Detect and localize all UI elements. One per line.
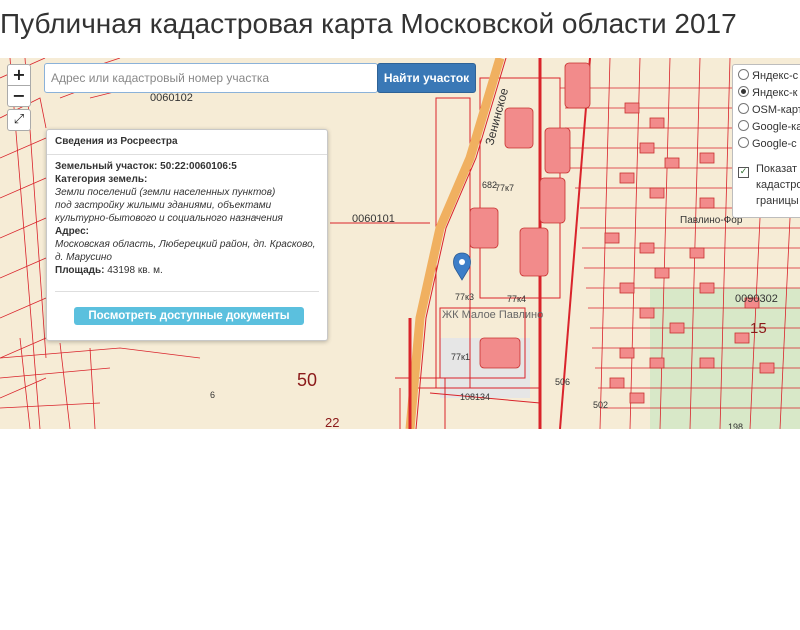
quarter-label-mid: 0060101 [352,213,395,225]
page-title: Публичная кадастровая карта Московской о… [0,8,737,39]
layer-label: OSM-карт [752,104,800,116]
radio-icon[interactable] [738,137,749,148]
number-6-label: 6 [210,390,215,400]
number-15-label: 15 [750,320,767,337]
parcel-label: Земельный участок: 50:22:0060106:5 [55,161,237,172]
district-label: 50 [297,370,317,390]
find-parcel-button[interactable]: Найти участок [377,63,476,93]
layer-option-osm[interactable]: OSM-карт [738,102,800,118]
building-77k7-label: 77к7 [495,183,514,193]
building-77k4-label: 77к4 [507,294,526,304]
building-502-label: 502 [593,400,608,410]
quarter-label-right: 0090302 [735,293,778,305]
address-line: Московская область, Люберецкий район, дп… [55,239,316,250]
search-input[interactable] [44,63,378,93]
address-line: д. Марусино [55,252,112,263]
category-line: Земли поселений (земли населенных пункто… [55,187,276,198]
area-row: Площадь: 43198 кв. м. [55,264,319,277]
layer-option-yandex-map[interactable]: Яндекс-к [738,85,797,101]
boundaries-label-line: кадастро [756,179,800,191]
address-label: Адрес: [55,226,89,237]
category-label: Категория земель: [55,174,148,185]
layer-switcher: Яндекс-с Яндекс-к OSM-карт Google-ка Goo… [732,64,800,218]
road-number-label: 108134 [460,392,490,402]
radio-icon[interactable] [738,120,749,131]
building-682-label: 682 [482,180,497,190]
building-198-label: 198 [728,422,743,429]
zoom-in-button[interactable]: + [7,64,31,86]
building-77k3-label: 77к3 [455,292,474,302]
view-documents-button[interactable]: Посмотреть доступные документы [74,307,304,325]
area-value: 43198 кв. м. [107,265,163,276]
radio-icon[interactable] [738,69,749,80]
layer-option-google-map[interactable]: Google-ка [738,119,800,135]
radio-icon[interactable] [738,103,749,114]
area-label: Площадь: [55,265,105,276]
layer-option-google-satellite[interactable]: Google-с [738,136,797,152]
boundaries-label-line: Показат [756,163,798,175]
show-boundaries-toggle[interactable]: ✓ [738,162,752,178]
popup-divider [55,291,319,292]
category-line: культурно-бытового и социального назначе… [55,213,283,224]
popup-body: Земельный участок: 50:22:0060106:5 Катег… [47,155,327,277]
building-77k1-label: 77к1 [451,352,470,362]
complex-label: ЖК Малое Павлино [442,309,543,321]
location-marker-icon[interactable] [453,252,471,281]
layer-label: Яндекс-к [752,87,798,99]
category-line: под застройку жилыми зданиями, объектами [55,200,272,211]
fullscreen-button[interactable]: ⤢ [7,109,31,131]
building-506-label: 506 [555,377,570,387]
boundaries-label-line: границы [756,195,799,207]
layer-label: Яндекс-с [752,70,799,82]
layer-label: Google-с [752,138,797,150]
radio-checked-icon[interactable] [738,86,749,97]
number-22-label: 22 [325,415,339,429]
info-popup: Сведения из Росреестра Земельный участок… [46,129,328,341]
zoom-out-button[interactable]: − [7,85,31,107]
popup-header: Сведения из Росреестра [47,130,327,155]
quarter-label-top: 0060102 [150,92,193,104]
checkbox-checked-icon[interactable]: ✓ [738,167,749,178]
layer-option-yandex-satellite[interactable]: Яндекс-с [738,68,798,84]
layer-label: Google-ка [752,121,800,133]
cadastral-map[interactable]: 0060102 0060101 0090302 Зенинское 50 22 … [0,58,800,429]
